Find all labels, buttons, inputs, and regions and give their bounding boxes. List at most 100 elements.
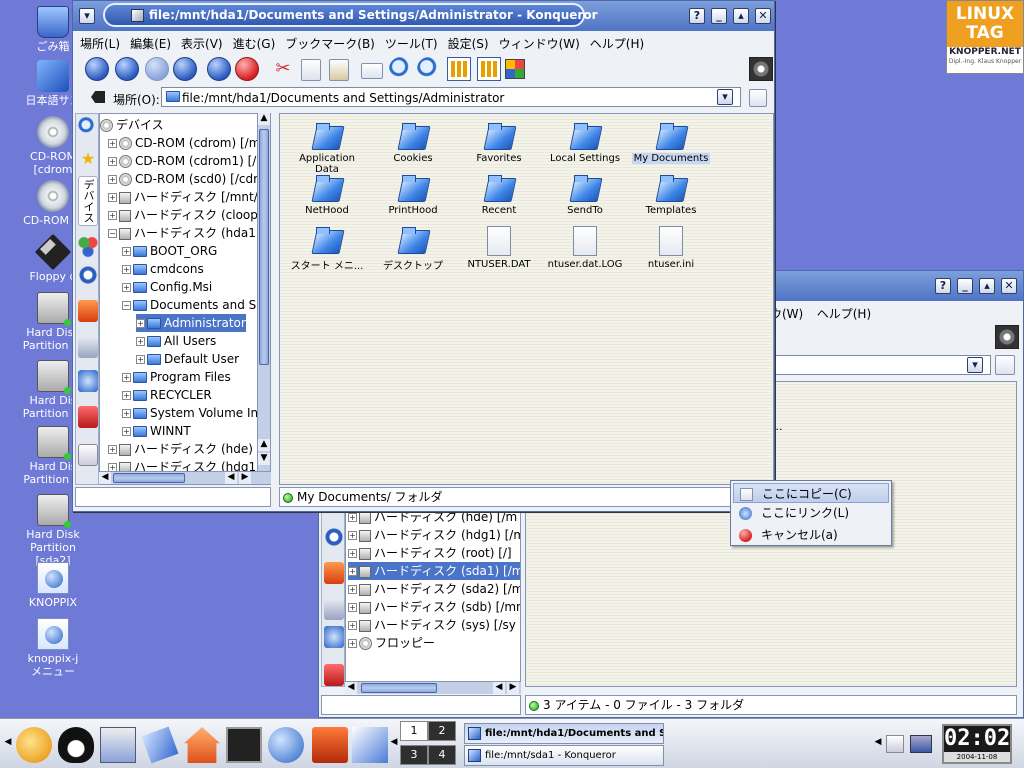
expand-toggle-icon[interactable]: + [122,247,131,256]
bookmarks-icon[interactable] [78,406,98,428]
expand-toggle-icon[interactable]: + [348,639,357,648]
icon-view-icon[interactable] [447,57,471,81]
clear-location-icon[interactable] [995,355,1015,375]
expand-toggle-icon[interactable]: + [122,427,131,436]
tree-item[interactable]: + Program Files [122,368,231,386]
window-menu-button[interactable]: ▾ [79,8,95,24]
expand-toggle-icon[interactable]: + [348,621,357,630]
file-item[interactable]: Application Data [284,122,370,175]
scroll-thumb[interactable] [361,683,437,693]
tree-item[interactable]: + ハードディスク (cloop) [108,206,263,224]
expand-toggle-icon[interactable]: + [108,139,117,148]
minimize-button[interactable]: _ [957,278,973,294]
devices-icon[interactable] [78,236,98,258]
forward-arrow-icon[interactable] [145,57,169,81]
expand-toggle-icon[interactable]: − [122,301,131,310]
tile-view-icon[interactable] [505,59,525,79]
expand-toggle-icon[interactable]: + [136,337,145,346]
tree-item[interactable]: + cmdcons [122,260,204,278]
expand-toggle-icon[interactable]: + [122,265,131,274]
tree-item[interactable]: + BOOT_ORG [122,242,217,260]
tree-item[interactable]: + CD-ROM (cdrom) [/mnt [108,134,270,152]
network-icon[interactable] [78,336,98,358]
tab-devices[interactable]: デバイス [78,176,98,226]
services-icon[interactable] [324,626,344,648]
desktop-2-button[interactable]: 2 [428,721,456,741]
expand-toggle-icon[interactable]: + [348,531,357,540]
tree-item[interactable]: + ハードディスク (sdb) [/mn [348,598,520,616]
help-button[interactable]: ? [935,278,951,294]
expand-toggle-icon[interactable]: + [108,175,117,184]
trash-icon[interactable] [78,444,98,466]
menu-item[interactable]: ブックマーク(B) [280,31,380,52]
expand-toggle-icon[interactable]: + [108,445,117,454]
tree-item[interactable]: + Config.Msi [122,278,212,296]
up-arrow-icon[interactable] [85,57,109,81]
menu-item-link-here[interactable]: ここにリンク(L) [733,503,889,523]
scroll-right-arrow[interactable]: ▶ [507,682,519,694]
tree-item[interactable]: − Documents and Set [122,296,268,314]
tree-view[interactable]: デバイス + CD-ROM (cdrom) [/mnt + CD-ROM (cdrom1… [99,113,271,485]
openoffice-icon[interactable] [352,727,388,763]
scroll-left-arrow[interactable]: ◀ [225,472,237,484]
expand-toggle-icon[interactable]: + [348,513,357,522]
tree-item[interactable]: + CD-ROM (scd0) [/cdro [108,170,265,188]
scroll-right-arrow[interactable]: ▶ [239,472,251,484]
expand-toggle-icon[interactable]: + [348,585,357,594]
expand-toggle-icon[interactable]: + [348,603,357,612]
services-icon[interactable] [78,370,98,392]
scroll-thumb[interactable] [113,473,185,483]
clock[interactable]: 02:02 2004-11-08 [942,724,1012,764]
tree-item[interactable]: + RECYCLER [122,386,212,404]
stop-icon[interactable] [235,57,259,81]
menu-item[interactable]: 設定(S) [443,31,494,52]
desktop-3-button[interactable]: 3 [400,745,428,765]
tree-item[interactable]: + All Users [136,332,216,350]
zoom-out-icon[interactable] [417,57,441,81]
paste-icon[interactable] [329,59,349,81]
task-button[interactable]: file:/mnt/hda1/Documents and Settin [464,723,664,744]
tree-hscroll[interactable]: ◀ ◀ ▶ [99,471,271,484]
tree-item[interactable]: + ハードディスク [/mnt/a [108,188,265,206]
search-icon[interactable] [78,116,98,138]
gear-icon[interactable] [995,325,1019,349]
zoom-in-icon[interactable] [389,57,413,81]
tree-item[interactable]: デバイス [100,116,164,134]
location-dropdown-button[interactable]: ▾ [967,357,983,373]
help-button[interactable]: ? [689,8,705,24]
close-button[interactable]: ✕ [1001,278,1017,294]
task-button[interactable]: file:/mnt/sda1 - Konqueror [464,745,664,766]
star-bookmark-icon[interactable]: ★ [78,148,98,170]
scroll-down-arrow[interactable]: ▼ [258,453,270,465]
tree-vscroll[interactable]: ▲ ▲ ▼ [257,113,270,473]
taskbar-left-arrow[interactable]: ◀ [2,737,14,749]
bookmarks-icon[interactable] [324,664,344,686]
expand-toggle-icon[interactable]: + [122,409,131,418]
tree-item[interactable]: + フロッピー [348,634,435,652]
terminal-icon[interactable] [226,727,262,763]
tree-item[interactable]: + ハードディスク (sda1) [/m [348,562,520,580]
scroll-up-arrow[interactable]: ▲ [258,439,270,451]
file-item[interactable]: PrintHood [370,174,456,216]
file-item[interactable]: Cookies [370,122,456,164]
home-icon[interactable] [324,562,344,584]
tree-item[interactable]: + WINNT [122,422,191,440]
home-icon[interactable] [173,57,197,81]
tree-item[interactable]: + System Volume Info [122,404,270,422]
menu-item[interactable]: ツール(T) [380,31,443,52]
scroll-thumb[interactable] [259,129,269,365]
expand-toggle-icon[interactable]: + [122,391,131,400]
desktop-4-button[interactable]: 4 [428,745,456,765]
history-icon[interactable] [324,526,344,548]
menu-item[interactable]: 場所(L) [75,31,125,52]
taskbar-left-arrow[interactable]: ◀ [388,737,400,749]
history-icon[interactable] [78,264,98,286]
package-icon[interactable] [141,726,179,764]
file-item[interactable]: NetHood [284,174,370,216]
menu-item[interactable]: 表示(V) [176,31,228,52]
menu-item[interactable]: ヘルプ(H) [585,31,649,52]
expand-toggle-icon[interactable]: + [122,373,131,382]
maximize-button[interactable]: ▴ [979,278,995,294]
reload-icon[interactable] [207,57,231,81]
expand-toggle-icon[interactable]: + [122,283,131,292]
